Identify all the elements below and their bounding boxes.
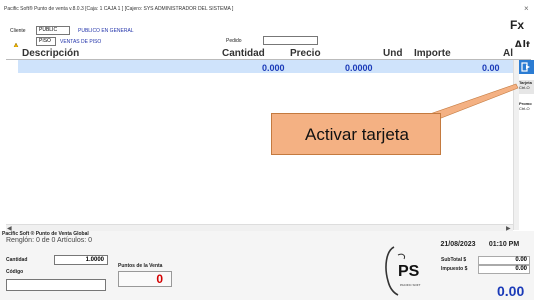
puntos-label: Puntos de la Venta: [118, 263, 163, 269]
callout-box: Activar tarjeta: [271, 113, 441, 155]
grid-header: Descripción Cantidad Precio Und Importe …: [6, 47, 531, 60]
exit-arrow-button[interactable]: [519, 60, 534, 74]
total-value: 0.00: [497, 283, 525, 299]
row-cantidad[interactable]: 0.000: [262, 63, 285, 73]
customer-code-input[interactable]: PUBLIC: [36, 26, 70, 35]
close-icon[interactable]: ×: [524, 4, 529, 13]
row-description[interactable]: [18, 60, 218, 73]
callout-text: Activar tarjeta: [305, 125, 409, 144]
triangle-icon[interactable]: [12, 37, 20, 50]
logo-subtext: PACIFIC SOFT: [400, 283, 421, 287]
pedido-label: Pedido: [226, 38, 242, 44]
horizontal-scrollbar[interactable]: ◀ ▶: [6, 224, 513, 232]
column-header-al[interactable]: Al: [503, 48, 513, 59]
column-header-precio[interactable]: Precio: [290, 48, 321, 59]
logo-text: PS: [398, 263, 420, 280]
column-header-cantidad[interactable]: Cantidad: [222, 48, 265, 59]
column-header-descripcion[interactable]: Descripción: [22, 48, 79, 59]
time-display: 01:10 PM: [488, 240, 520, 248]
subtotal-value: 0.00: [478, 256, 530, 265]
footer-status: Renglón: 0 de 0 Artículos: 0: [6, 237, 92, 244]
window-title: Pacific Soft® Punto de venta v.8.0.3 [Ca…: [4, 6, 234, 12]
codigo-input[interactable]: [6, 279, 106, 291]
impuesto-value: 0.00: [478, 265, 530, 274]
impuesto-label: Impuesto $: [441, 266, 468, 272]
exit-arrow-icon: [521, 62, 530, 72]
row-precio[interactable]: 0.0000: [345, 63, 373, 73]
customer-type-name: VENTAS DE PISO: [60, 39, 102, 45]
codigo-label: Código: [6, 269, 24, 275]
date-display: 21/08/2023: [440, 240, 476, 248]
callout-arrow-icon: [430, 83, 519, 121]
customer-section: Cliente PUBLIC PUBLICO EN GENERAL PISO V…: [6, 25, 514, 50]
pacific-soft-logo: PS PACIFIC SOFT: [380, 241, 440, 297]
subtotal-label: SubTotal $: [441, 257, 467, 263]
footer-panel: Pacific Soft ® Punto de Venta Global Ren…: [0, 231, 534, 300]
customer-label: Cliente: [10, 28, 26, 34]
pedido-input[interactable]: [263, 36, 318, 45]
cantidad-label: Cantidad: [6, 257, 28, 263]
row-importe[interactable]: 0.00: [482, 63, 500, 73]
cantidad-input[interactable]: 1.0000: [54, 255, 108, 265]
customer-type-code-input[interactable]: PISO: [36, 37, 56, 46]
title-bar: Pacific Soft® Punto de venta v.8.0.3 [Ca…: [0, 0, 534, 20]
puntos-value: 0: [118, 271, 172, 287]
column-header-und[interactable]: Und: [383, 48, 402, 59]
column-header-importe[interactable]: Importe: [414, 48, 451, 59]
customer-name: PUBLICO EN GENERAL: [78, 28, 134, 34]
